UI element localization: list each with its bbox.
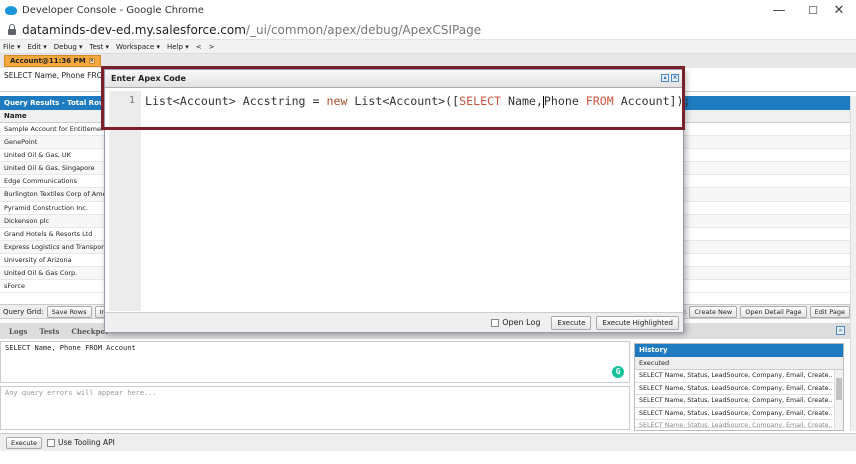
minimize-button[interactable]: —	[762, 0, 796, 20]
use-tooling-api-label: Use Tooling API	[58, 438, 115, 447]
line-number-gutter: 1	[109, 91, 141, 311]
close-tab-icon[interactable]: ×	[88, 58, 95, 64]
list-item[interactable]: SELECT Name, Status, LeadSource, Company…	[635, 370, 833, 383]
dialog-header: Enter Apex Code ▴ ×	[105, 70, 683, 88]
editor-tab-strip: Account@11:36 PM ×	[0, 54, 856, 68]
menu-edit[interactable]: Edit ▾	[27, 43, 46, 51]
code-keyword: new	[326, 94, 348, 108]
execute-highlighted-button[interactable]: Execute Highlighted	[596, 315, 679, 330]
list-item[interactable]: SELECT Name, Status, LeadSource, Company…	[635, 395, 833, 408]
list-item[interactable]: SELECT Name, Status, LeadSource, Company…	[635, 383, 833, 395]
query-grid-label: Query Grid:	[3, 307, 44, 316]
editor-tab-account[interactable]: Account@11:36 PM ×	[4, 55, 101, 67]
code-token: Name,	[501, 94, 543, 108]
history-header: History	[635, 344, 843, 357]
apex-code-editor[interactable]: List<Account> Accstring = new List<Accou…	[141, 91, 691, 311]
open-log-label: Open Log	[502, 318, 541, 327]
collapse-dialog-icon[interactable]: ▴	[661, 74, 669, 82]
open-detail-page-button[interactable]: Open Detail Page	[740, 306, 807, 318]
footer-bar: Execute Use Tooling API	[0, 433, 856, 451]
menu-file[interactable]: File ▾	[3, 43, 20, 51]
dialog-footer: Open Log Execute Execute Highlighted	[105, 312, 683, 332]
page-scrollbar[interactable]	[850, 96, 856, 431]
create-new-button[interactable]: Create New	[689, 306, 738, 318]
menu-debug[interactable]: Debug ▾	[54, 43, 83, 51]
list-item[interactable]: SELECT Name, Status, LeadSource, Company…	[635, 408, 833, 420]
url-host: dataminds-dev-ed.my.salesforce.com	[22, 22, 246, 37]
query-textarea[interactable]: SELECT Name, Phone FROM Account G	[0, 341, 630, 383]
code-keyword: FROM	[585, 94, 614, 108]
editor-tab-label: Account@11:36 PM	[10, 57, 86, 65]
nav-forward-button[interactable]: >	[209, 43, 215, 51]
salesforce-cloud-icon	[5, 5, 17, 15]
lock-icon	[8, 23, 16, 35]
grammarly-icon[interactable]: G	[612, 366, 624, 378]
query-text: SELECT Name, Phone FROM Account	[5, 344, 136, 352]
scrollbar-thumb[interactable]	[836, 378, 842, 400]
address-bar[interactable]: dataminds-dev-ed.my.salesforce.com/_ui/c…	[0, 20, 856, 40]
use-tooling-api-checkbox[interactable]	[47, 438, 55, 447]
close-window-button[interactable]: ✕	[822, 0, 856, 20]
enter-apex-code-dialog: Enter Apex Code ▴ × 1 List<Account> Accs…	[104, 69, 691, 333]
execute-button[interactable]: Execute	[551, 315, 592, 330]
expand-panel-icon[interactable]: »	[836, 326, 845, 335]
code-keyword: SELECT	[459, 94, 502, 108]
menu-help[interactable]: Help ▾	[167, 43, 189, 51]
url-text[interactable]: dataminds-dev-ed.my.salesforce.com/_ui/c…	[22, 23, 481, 37]
code-token: Account]);	[613, 94, 691, 108]
window-title: Developer Console - Google Chrome	[22, 4, 204, 16]
query-errors-box: Any query errors will appear here...	[0, 386, 630, 430]
history-panel: History Executed SELECT Name, Status, Le…	[634, 343, 844, 431]
history-scrollbar[interactable]	[834, 370, 843, 430]
history-executed-label: Executed	[635, 357, 843, 370]
code-token: List<Account> Accstring =	[145, 94, 327, 108]
code-token: List<Account>([	[347, 94, 460, 108]
tab-logs[interactable]: Logs	[4, 325, 32, 338]
dialog-title: Enter Apex Code	[111, 74, 186, 83]
menu-bar: File ▾ Edit ▾ Debug ▾ Test ▾ Workspace ▾…	[0, 40, 856, 54]
execute-query-button[interactable]: Execute	[6, 436, 42, 449]
menu-test[interactable]: Test ▾	[90, 43, 110, 51]
close-dialog-icon[interactable]: ×	[671, 74, 679, 82]
open-log-checkbox[interactable]	[491, 318, 500, 327]
code-token: Phone	[543, 94, 586, 108]
edit-page-button[interactable]: Edit Page	[809, 306, 850, 318]
code-line: List<Account> Accstring = new List<Accou…	[141, 91, 691, 108]
save-rows-button[interactable]: Save Rows	[46, 305, 92, 318]
menu-workspace[interactable]: Workspace ▾	[116, 43, 160, 51]
url-path: /_ui/common/apex/debug/ApexCSIPage	[245, 22, 482, 37]
list-item[interactable]: SELECT Name, Status, LeadSource, Company…	[635, 420, 833, 428]
query-grid-right-actions: ce: Create New Open Detail Page Edit Pag…	[676, 306, 850, 318]
tab-tests[interactable]: Tests	[34, 325, 64, 338]
nav-back-button[interactable]: <	[196, 43, 202, 51]
window-titlebar: Developer Console - Google Chrome — ☐ ✕	[0, 0, 856, 20]
